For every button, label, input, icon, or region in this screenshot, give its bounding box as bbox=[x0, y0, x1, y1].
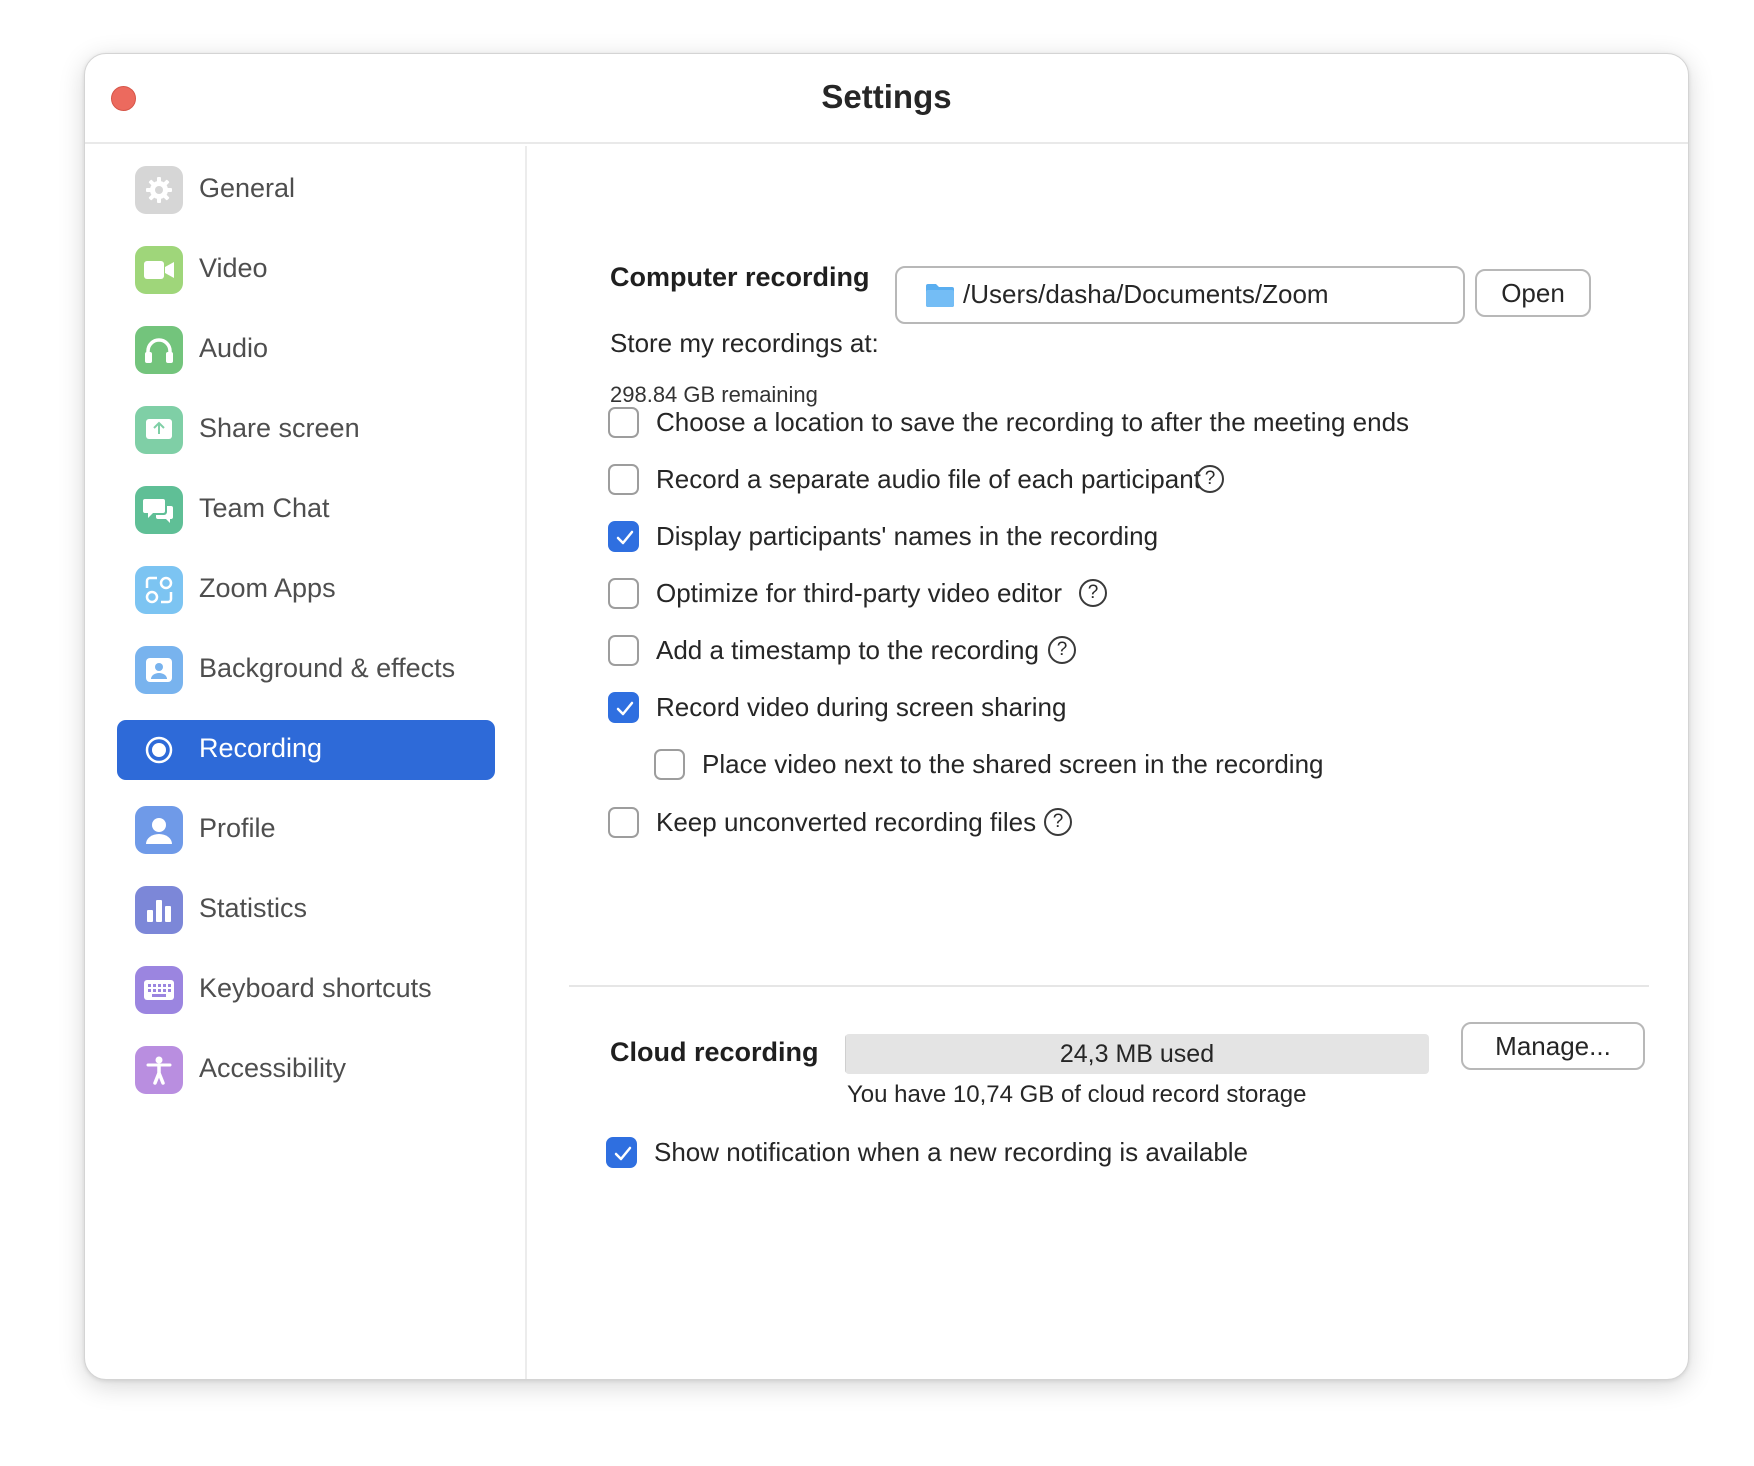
recording-settings-panel: Computer recording Store my recordings a… bbox=[529, 146, 1688, 1379]
checkbox[interactable] bbox=[654, 749, 685, 780]
sidebar-item-label: General bbox=[199, 173, 296, 203]
sidebar-item-label: Audio bbox=[199, 333, 269, 363]
manage-cloud-button[interactable]: Manage... bbox=[1461, 1022, 1645, 1070]
sidebar-item-label: Team Chat bbox=[199, 493, 330, 523]
sidebar-item-general[interactable]: General bbox=[117, 160, 495, 220]
sidebar-item-label: Profile bbox=[199, 813, 276, 843]
gear-icon bbox=[135, 166, 183, 214]
checkbox[interactable] bbox=[608, 407, 639, 438]
sidebar-item-label: Video bbox=[199, 253, 268, 283]
option-label: Record a separate audio file of each par… bbox=[656, 464, 1201, 494]
checkbox[interactable] bbox=[608, 807, 639, 838]
keyboard-icon bbox=[135, 966, 183, 1014]
help-icon[interactable]: ? bbox=[1048, 636, 1076, 664]
background-portrait-icon bbox=[135, 646, 183, 694]
recording-path-value: /Users/dasha/Documents/Zoom bbox=[963, 279, 1329, 309]
accessibility-icon bbox=[135, 1046, 183, 1094]
sidebar-item-audio[interactable]: Audio bbox=[117, 320, 495, 380]
cloud-usage-bar: 24,3 MB used bbox=[845, 1034, 1429, 1074]
option-label: Place video next to the shared screen in… bbox=[702, 749, 1324, 779]
sidebar-item-profile[interactable]: Profile bbox=[117, 800, 495, 860]
option-label: Display participants' names in the recor… bbox=[656, 521, 1159, 551]
bar-chart-icon bbox=[135, 886, 183, 934]
option-label: Keep unconverted recording files bbox=[656, 807, 1037, 837]
sidebar-item-video[interactable]: Video bbox=[117, 240, 495, 300]
sidebar-item-background-effects[interactable]: Background & effects bbox=[117, 640, 495, 700]
cloud-storage-text: You have 10,74 GB of cloud record storag… bbox=[847, 1081, 1307, 1108]
apps-icon bbox=[135, 566, 183, 614]
chat-bubbles-icon bbox=[135, 486, 183, 534]
cloud-usage-text: 24,3 MB used bbox=[1059, 1040, 1215, 1068]
sidebar-item-label: Zoom Apps bbox=[199, 573, 336, 603]
sidebar-item-label: Statistics bbox=[199, 893, 308, 923]
computer-recording-heading: Computer recording bbox=[610, 262, 870, 292]
option-label: Record video during screen sharing bbox=[656, 692, 1067, 722]
window-title: Settings bbox=[821, 78, 952, 115]
option-label: Show notification when a new recording i… bbox=[654, 1137, 1249, 1167]
help-icon[interactable]: ? bbox=[1196, 465, 1224, 493]
sidebar-item-label: Accessibility bbox=[199, 1053, 347, 1083]
checkbox[interactable] bbox=[608, 578, 639, 609]
sidebar-item-accessibility[interactable]: Accessibility bbox=[117, 1040, 495, 1100]
sidebar-item-label: Background & effects bbox=[199, 653, 456, 683]
checkmark-icon bbox=[614, 1146, 632, 1161]
share-screen-icon bbox=[135, 406, 183, 454]
sidebar-item-zoom-apps[interactable]: Zoom Apps bbox=[117, 560, 495, 620]
help-icon[interactable]: ? bbox=[1044, 808, 1072, 836]
profile-icon bbox=[135, 806, 183, 854]
checkbox-checked[interactable] bbox=[608, 521, 639, 552]
checkbox-checked[interactable] bbox=[606, 1137, 637, 1168]
store-recordings-label: Store my recordings at: bbox=[610, 328, 879, 358]
checkmark-icon bbox=[616, 701, 634, 716]
option-label: Add a timestamp to the recording bbox=[656, 635, 1039, 665]
sidebar-item-statistics[interactable]: Statistics bbox=[117, 880, 495, 940]
sidebar-item-label: Recording bbox=[199, 733, 323, 763]
checkbox[interactable] bbox=[608, 635, 639, 666]
sidebar-item-keyboard-shortcuts[interactable]: Keyboard shortcuts bbox=[117, 960, 495, 1020]
title-bar: Settings bbox=[85, 54, 1688, 144]
checkbox[interactable] bbox=[608, 464, 639, 495]
folder-icon bbox=[926, 284, 954, 307]
open-folder-button[interactable]: Open bbox=[1475, 269, 1591, 317]
option-label: Optimize for third-party video editor bbox=[656, 578, 1063, 608]
sidebar-item-recording[interactable]: Recording bbox=[117, 720, 495, 780]
checkbox-checked[interactable] bbox=[608, 692, 639, 723]
video-camera-icon bbox=[135, 246, 183, 294]
settings-window: Settings General Video Audio Share scree… bbox=[84, 53, 1689, 1380]
help-icon[interactable]: ? bbox=[1079, 579, 1107, 607]
sidebar-item-label: Share screen bbox=[199, 413, 360, 443]
cloud-recording-heading: Cloud recording bbox=[610, 1037, 819, 1067]
sidebar-item-share-screen[interactable]: Share screen bbox=[117, 400, 495, 460]
sidebar-item-label: Keyboard shortcuts bbox=[199, 973, 432, 1003]
section-divider bbox=[569, 985, 1649, 987]
sidebar-item-team-chat[interactable]: Team Chat bbox=[117, 480, 495, 540]
recording-path-field[interactable]: /Users/dasha/Documents/Zoom bbox=[895, 266, 1465, 324]
checkmark-icon bbox=[616, 530, 634, 545]
headphones-icon bbox=[135, 326, 183, 374]
option-label: Choose a location to save the recording … bbox=[656, 407, 1410, 437]
sidebar: General Video Audio Share screen Team Ch… bbox=[85, 146, 527, 1379]
record-icon bbox=[135, 726, 183, 774]
storage-remaining-text: 298.84 GB remaining bbox=[610, 382, 818, 407]
